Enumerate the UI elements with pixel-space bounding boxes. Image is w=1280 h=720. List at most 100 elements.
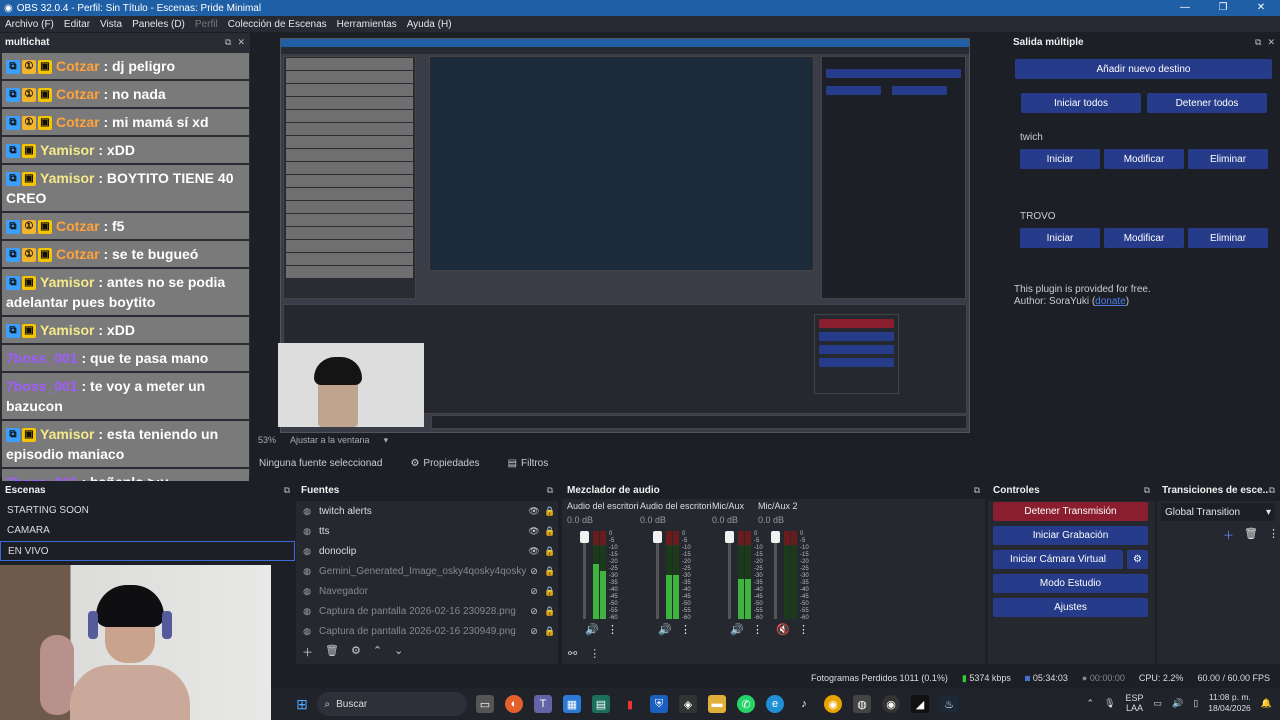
zoom-level[interactable]: 53% (258, 435, 276, 447)
eye-hidden-icon[interactable]: ⊘ (526, 566, 542, 577)
obs-icon[interactable]: ◉ (882, 695, 900, 713)
undock-icon[interactable]: ⧉ (1269, 485, 1275, 496)
source-item[interactable]: ◍ Gemini_Generated_Image_osky4qosky4qosky… (296, 561, 558, 581)
lock-icon[interactable]: 🔒 (542, 566, 558, 577)
source-item[interactable]: ◍ Navegador ⊘ 🔒 (296, 581, 558, 601)
volume-fader[interactable] (580, 531, 589, 619)
volume-icon[interactable]: 🔊 (730, 623, 744, 636)
firefox-icon[interactable]: ◐ (505, 695, 523, 713)
add-icon[interactable]: ＋ (1223, 527, 1234, 543)
source-item[interactable]: ◍ tts 👁 🔒 (296, 521, 558, 541)
twich-start-button[interactable]: Iniciar (1020, 149, 1100, 169)
lock-icon[interactable]: 🔒 (542, 526, 558, 537)
settings-button[interactable]: Ajustes (993, 598, 1148, 617)
add-icon[interactable]: ＋ (302, 644, 313, 660)
tray-lang[interactable]: ESP LAA (1126, 693, 1144, 713)
virtualcam-settings-button[interactable]: ⚙ (1127, 550, 1148, 569)
steam-icon[interactable]: ♨ (940, 695, 958, 713)
preview-canvas[interactable] (250, 33, 995, 435)
battery-icon[interactable]: ▯ (1193, 698, 1198, 709)
fader-knob[interactable] (771, 531, 780, 543)
start-recording-button[interactable]: Iniciar Grabación (993, 526, 1148, 545)
chevron-down-icon[interactable]: ▾ (384, 435, 389, 447)
menu-coleccion[interactable]: Colección de Escenas (228, 19, 327, 30)
volume-fader[interactable] (771, 531, 780, 619)
maximize-icon[interactable]: ❐ (1204, 0, 1242, 16)
taskbar-search[interactable]: ⌕ Buscar (316, 692, 467, 716)
eye-icon[interactable]: 👁 (526, 506, 542, 517)
fader-knob[interactable] (580, 531, 589, 543)
undock-icon[interactable]: ⧉ (284, 485, 290, 496)
transition-select[interactable]: Global Transition ▾ (1161, 503, 1275, 521)
source-item[interactable]: ◍ twitch alerts 👁 🔒 (296, 501, 558, 521)
volume-fader[interactable] (725, 531, 734, 619)
windows-start-icon[interactable]: ⊞ (293, 695, 311, 713)
source-item[interactable]: ◍ donoclip 👁 🔒 (296, 541, 558, 561)
menu-archivo[interactable]: Archivo (F) (5, 19, 54, 30)
more-icon[interactable]: ⋮ (589, 647, 600, 660)
scene-item[interactable]: STARTING SOON (0, 501, 295, 521)
chevron-up-icon[interactable]: ⌃ (373, 644, 382, 660)
more-icon[interactable]: ⋮ (1268, 527, 1279, 543)
twich-delete-button[interactable]: Eliminar (1188, 149, 1268, 169)
lock-icon[interactable]: 🔒 (542, 546, 558, 557)
minimize-icon[interactable]: — (1166, 0, 1204, 16)
volume-icon[interactable]: 🔊 (585, 623, 599, 636)
add-destination-button[interactable]: Añadir nuevo destino (1015, 59, 1272, 79)
link-icon[interactable]: ⚯ (568, 647, 577, 660)
more-icon[interactable]: ⋮ (798, 623, 809, 636)
eye-hidden-icon[interactable]: ⊘ (526, 626, 542, 637)
twich-modify-button[interactable]: Modificar (1104, 149, 1184, 169)
volume-fader[interactable] (653, 531, 662, 619)
menu-paneles[interactable]: Paneles (D) (132, 19, 185, 30)
scene-item[interactable]: EN VIVO (0, 541, 295, 561)
studio-mode-button[interactable]: Modo Estudio (993, 574, 1148, 593)
undock-icon[interactable]: ⧉ (1144, 485, 1150, 496)
stop-stream-button[interactable]: Detener Transmisión (993, 502, 1148, 521)
trovo-delete-button[interactable]: Eliminar (1188, 228, 1268, 248)
store-icon[interactable]: ▦ (563, 695, 581, 713)
close-dock-icon[interactable]: ✕ (237, 37, 245, 48)
eye-icon[interactable]: 👁 (526, 546, 542, 557)
volume-icon[interactable]: 🔊 (658, 623, 672, 636)
gear-icon[interactable]: ⚙ (351, 644, 361, 660)
app-shield-icon[interactable]: ⛨ (650, 695, 668, 713)
capcut-icon[interactable]: ◢ (911, 695, 929, 713)
chrome-icon[interactable]: ◉ (824, 695, 842, 713)
trash-icon[interactable]: 🗑 (325, 644, 339, 660)
menu-vista[interactable]: Vista (100, 19, 122, 30)
menu-herramientas[interactable]: Herramientas (337, 19, 397, 30)
volume-icon[interactable]: 🔊 (1172, 698, 1183, 709)
eye-icon[interactable]: 👁 (526, 526, 542, 537)
close-dock-icon[interactable]: ✕ (1267, 37, 1275, 48)
menu-editar[interactable]: Editar (64, 19, 90, 30)
lock-icon[interactable]: 🔒 (542, 626, 558, 637)
fader-knob[interactable] (725, 531, 734, 543)
tiktok-icon[interactable]: ♪ (795, 695, 813, 713)
undock-icon[interactable]: ⧉ (974, 485, 980, 496)
chevron-up-icon[interactable]: ⌃ (1087, 698, 1095, 709)
eye-hidden-icon[interactable]: ⊘ (526, 586, 542, 597)
app-game-icon[interactable]: ◍ (853, 695, 871, 713)
filters-button[interactable]: ▤ Filtros (508, 458, 549, 469)
teams-icon[interactable]: T (534, 695, 552, 713)
trovo-start-button[interactable]: Iniciar (1020, 228, 1100, 248)
more-icon[interactable]: ⋮ (680, 623, 691, 636)
properties-button[interactable]: ⚙ Propiedades (410, 458, 479, 469)
menu-ayuda[interactable]: Ayuda (H) (407, 19, 452, 30)
fader-knob[interactable] (653, 531, 662, 543)
network-icon[interactable]: ▭ (1154, 698, 1163, 709)
edge-icon[interactable]: e (766, 695, 784, 713)
source-item[interactable]: ◍ Captura de pantalla 2026-02-16 230928.p… (296, 601, 558, 621)
task-view-icon[interactable]: ▭ (476, 695, 494, 713)
lock-icon[interactable]: 🔒 (542, 506, 558, 517)
lock-icon[interactable]: 🔒 (542, 606, 558, 617)
trovo-modify-button[interactable]: Modificar (1104, 228, 1184, 248)
trash-icon[interactable]: 🗑 (1244, 527, 1258, 543)
undock-icon[interactable]: ⧉ (1255, 37, 1261, 48)
chevron-down-icon[interactable]: ⌄ (394, 644, 403, 660)
start-all-button[interactable]: Iniciar todos (1021, 93, 1141, 113)
stop-all-button[interactable]: Detener todos (1147, 93, 1267, 113)
menu-perfil[interactable]: Perfil (195, 19, 218, 30)
start-virtualcam-button[interactable]: Iniciar Cámara Virtual (993, 550, 1123, 569)
